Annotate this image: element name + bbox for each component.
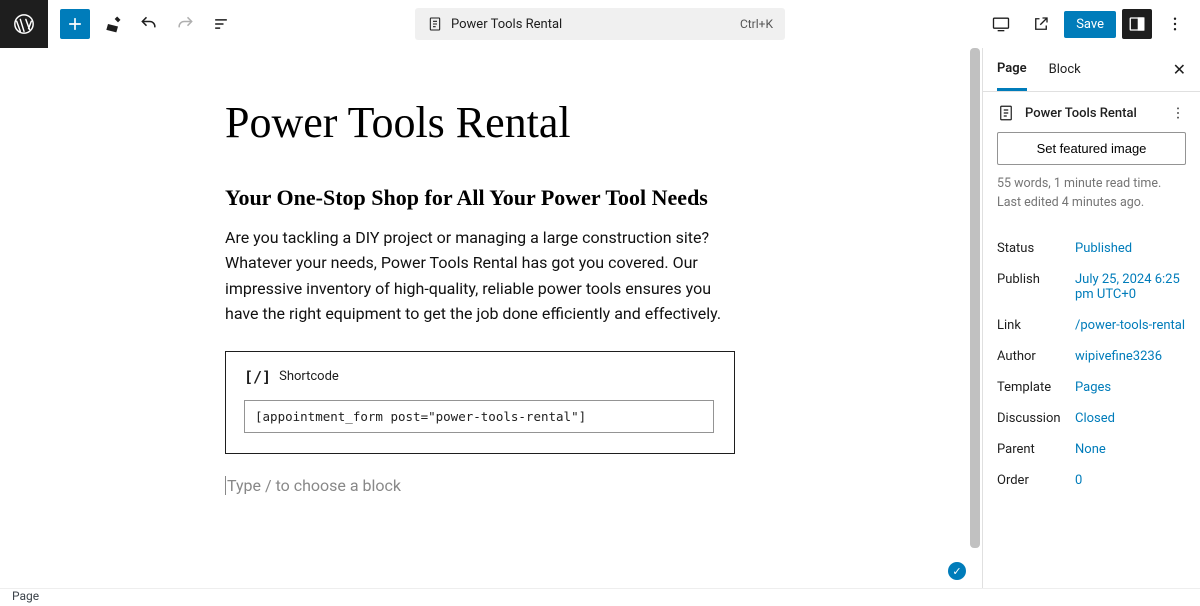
row-discussion[interactable]: DiscussionClosed: [997, 403, 1186, 434]
row-parent[interactable]: ParentNone: [997, 434, 1186, 465]
page-title[interactable]: Power Tools Rental: [225, 98, 959, 149]
appender-placeholder: Type / to choose a block: [225, 476, 401, 495]
set-featured-image-button[interactable]: Set featured image: [997, 132, 1186, 165]
page-icon: [997, 104, 1015, 122]
tab-page[interactable]: Page: [997, 49, 1027, 91]
document-overview-button[interactable]: [204, 7, 238, 41]
open-external-button[interactable]: [1024, 7, 1058, 41]
document-title-chip[interactable]: Power Tools Rental Ctrl+K: [415, 8, 785, 40]
row-order[interactable]: Order0: [997, 465, 1186, 496]
editor-canvas[interactable]: Power Tools Rental Your One-Stop Shop fo…: [0, 48, 982, 588]
options-button[interactable]: [1158, 7, 1192, 41]
page-icon: [427, 16, 443, 32]
main-area: Power Tools Rental Your One-Stop Shop fo…: [0, 48, 1200, 588]
intro-paragraph[interactable]: Are you tackling a DIY project or managi…: [225, 225, 735, 327]
row-status[interactable]: StatusPublished: [997, 233, 1186, 264]
tools-button[interactable]: [96, 7, 130, 41]
settings-sidebar-toggle[interactable]: [1122, 9, 1152, 39]
redo-button[interactable]: [168, 7, 202, 41]
row-link[interactable]: Link/power-tools-rental: [997, 310, 1186, 341]
shortcode-label: Shortcode: [279, 369, 339, 384]
settings-sidebar: Page Block ✕ Power Tools Rental Set feat…: [982, 48, 1200, 588]
last-edited-text: Last edited 4 minutes ago.: [997, 194, 1186, 213]
breadcrumb-footer: Page: [0, 588, 1200, 606]
row-template[interactable]: TemplatePages: [997, 372, 1186, 403]
row-author[interactable]: Authorwipivefine3236: [997, 341, 1186, 372]
document-title: Power Tools Rental: [451, 17, 562, 32]
top-toolbar: Power Tools Rental Ctrl+K Save: [0, 0, 1200, 48]
add-block-button[interactable]: [60, 9, 90, 39]
status-check-badge[interactable]: ✓: [948, 562, 966, 580]
keyboard-shortcut: Ctrl+K: [740, 17, 773, 31]
breadcrumb[interactable]: Page: [12, 589, 39, 603]
sidebar-page-title: Power Tools Rental: [1025, 106, 1137, 121]
close-sidebar-button[interactable]: ✕: [1173, 60, 1186, 79]
scrollbar-thumb[interactable]: [970, 48, 980, 548]
block-appender[interactable]: Type / to choose a block: [225, 476, 959, 495]
row-publish[interactable]: PublishJuly 25, 2024 6:25 pm UTC+0: [997, 264, 1186, 310]
shortcode-block[interactable]: [/] Shortcode [appointment_form post="po…: [225, 351, 735, 454]
word-count-text: 55 words, 1 minute read time.: [997, 175, 1186, 194]
view-button[interactable]: [984, 7, 1018, 41]
tab-block[interactable]: Block: [1049, 50, 1081, 89]
shortcode-icon: [/]: [244, 368, 271, 386]
page-subtitle[interactable]: Your One-Stop Shop for All Your Power To…: [225, 185, 959, 211]
wordpress-logo[interactable]: [0, 0, 48, 48]
shortcode-input[interactable]: [appointment_form post="power-tools-rent…: [244, 400, 714, 433]
page-summary-list: StatusPublished PublishJuly 25, 2024 6:2…: [983, 225, 1200, 496]
undo-button[interactable]: [132, 7, 166, 41]
save-button[interactable]: Save: [1064, 11, 1116, 38]
page-actions-button[interactable]: [1170, 105, 1186, 121]
